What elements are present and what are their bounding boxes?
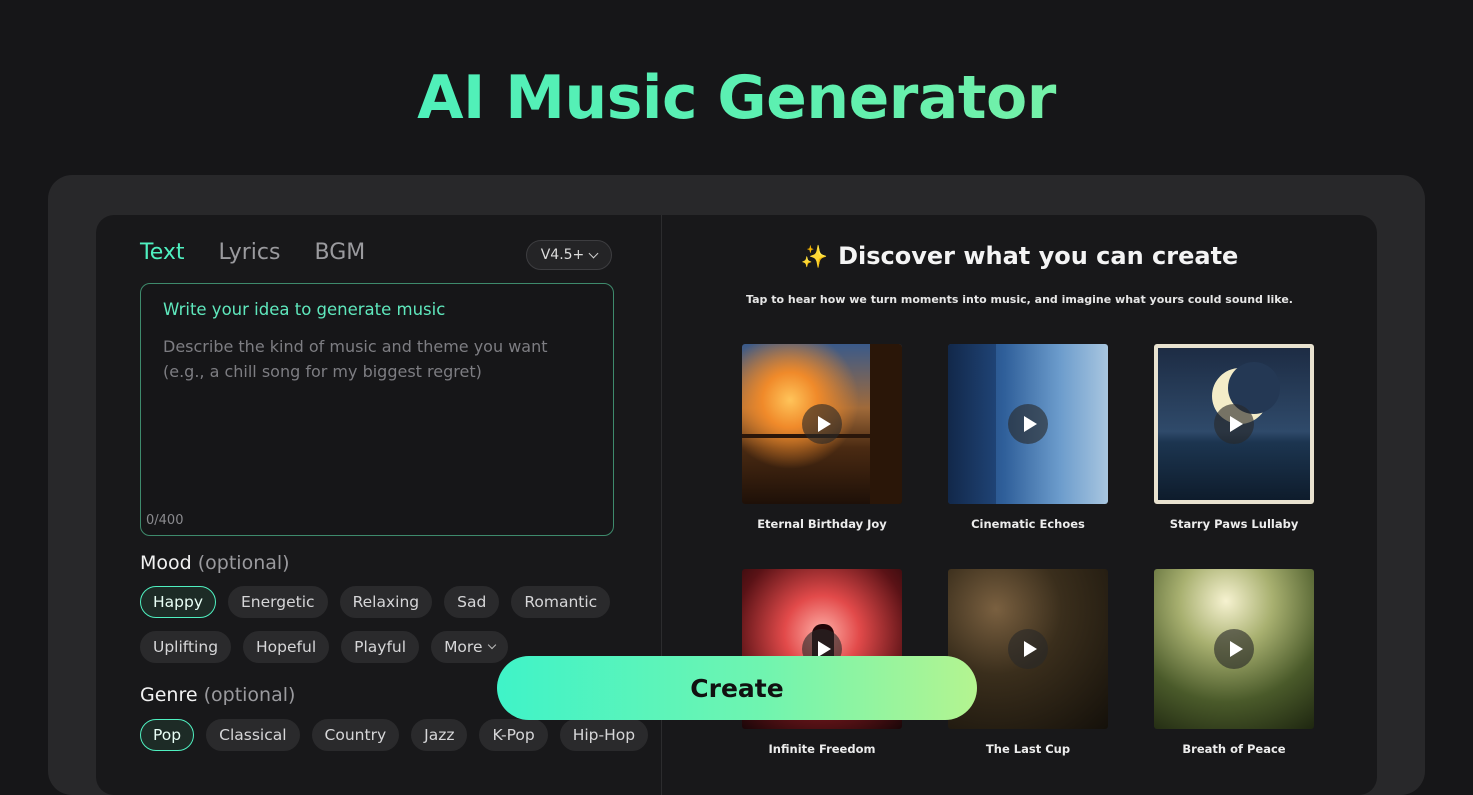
genre-chip-classical[interactable]: Classical <box>206 719 300 751</box>
mood-chip-hopeful[interactable]: Hopeful <box>243 631 330 663</box>
card-title: Infinite Freedom <box>768 742 876 756</box>
sample-card[interactable]: Cinematic Echoes <box>948 344 1108 531</box>
mood-more-button[interactable]: More <box>431 631 508 663</box>
genre-chip-pop[interactable]: Pop <box>140 719 195 751</box>
prompt-box: Write your idea to generate music 0/400 <box>140 283 614 536</box>
sample-card[interactable]: The Last Cup <box>948 569 1108 756</box>
mood-chip-happy[interactable]: Happy <box>140 586 217 618</box>
discover-subtitle: Tap to hear how we turn moments into mus… <box>746 293 1293 306</box>
card-title: The Last Cup <box>985 742 1071 756</box>
mood-chip-energetic[interactable]: Energetic <box>228 586 328 618</box>
mood-chip-uplifting[interactable]: Uplifting <box>140 631 232 663</box>
card-thumbnail <box>1154 569 1314 729</box>
genre-label: Genre (optional) <box>140 684 295 706</box>
chevron-down-icon <box>588 248 599 258</box>
genre-chip-kpop[interactable]: K-Pop <box>479 719 548 751</box>
chevron-down-icon <box>487 640 496 650</box>
card-title: Starry Paws Lullaby <box>1169 517 1299 531</box>
page-title: AI Music Generator <box>0 60 1473 136</box>
discover-title: ✨ Discover what you can create <box>662 239 1377 275</box>
mood-chip-playful[interactable]: Playful <box>341 631 420 663</box>
card-thumbnail <box>742 344 902 504</box>
mood-optional: (optional) <box>197 552 290 574</box>
genre-chip-hiphop[interactable]: Hip-Hop <box>559 719 649 751</box>
mood-label: Mood (optional) <box>140 552 290 574</box>
prompt-input[interactable] <box>163 334 583 494</box>
play-icon[interactable] <box>1008 404 1048 444</box>
tab-text[interactable]: Text <box>140 239 185 267</box>
sample-card[interactable]: Starry Paws Lullaby <box>1154 344 1314 531</box>
mode-tabs: Text Lyrics BGM <box>140 239 365 267</box>
card-title: Breath of Peace <box>1182 742 1286 756</box>
char-count: 0/400 <box>146 513 184 528</box>
version-select[interactable]: V4.5+ <box>526 240 612 270</box>
genre-row: Pop Classical Country Jazz K-Pop Hip-Hop <box>140 719 649 751</box>
genre-label-text: Genre <box>140 684 198 706</box>
genre-optional: (optional) <box>203 684 296 706</box>
sparkle-icon: ✨ <box>800 245 829 270</box>
mood-more-label: More <box>444 638 483 656</box>
card-thumbnail <box>1154 344 1314 504</box>
genre-chip-jazz[interactable]: Jazz <box>411 719 468 751</box>
mood-chip-romantic[interactable]: Romantic <box>511 586 611 618</box>
sample-card[interactable]: Eternal Birthday Joy <box>742 344 902 531</box>
tab-bgm[interactable]: BGM <box>314 239 365 267</box>
play-icon[interactable] <box>1008 629 1048 669</box>
sample-card[interactable]: Breath of Peace <box>1154 569 1314 756</box>
tab-lyrics[interactable]: Lyrics <box>219 239 281 267</box>
play-icon[interactable] <box>1214 404 1254 444</box>
mood-chip-relaxing[interactable]: Relaxing <box>339 586 433 618</box>
discover-title-text: Discover what you can create <box>838 242 1239 270</box>
prompt-heading: Write your idea to generate music <box>163 300 446 319</box>
card-title: Cinematic Echoes <box>971 517 1085 531</box>
mood-label-text: Mood <box>140 552 192 574</box>
genre-chip-country[interactable]: Country <box>311 719 400 751</box>
play-icon[interactable] <box>802 404 842 444</box>
mood-row-2: Uplifting Hopeful Playful More <box>140 631 508 663</box>
card-title: Eternal Birthday Joy <box>757 517 887 531</box>
mood-chip-sad[interactable]: Sad <box>444 586 500 618</box>
card-thumbnail <box>948 344 1108 504</box>
mood-row-1: Happy Energetic Relaxing Sad Romantic <box>140 586 611 618</box>
version-label: V4.5+ <box>540 247 585 263</box>
play-icon[interactable] <box>1214 629 1254 669</box>
create-button[interactable]: Create <box>497 656 977 720</box>
